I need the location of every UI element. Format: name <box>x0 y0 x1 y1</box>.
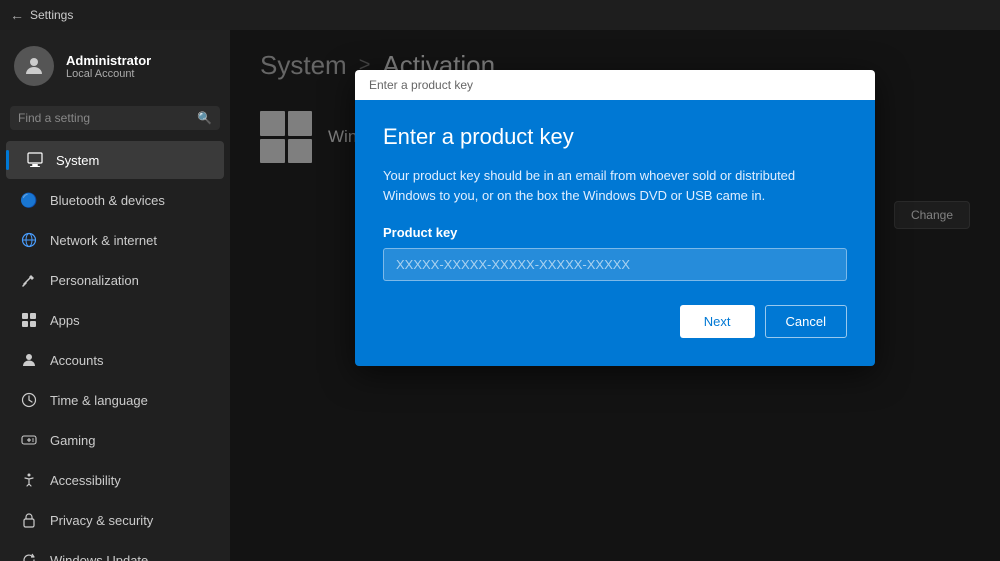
avatar <box>14 46 54 86</box>
sidebar-item-system-wrapper: System <box>0 140 230 180</box>
sidebar-item-gaming[interactable]: Gaming <box>6 421 224 459</box>
sidebar-item-accounts-label: Accounts <box>50 353 103 368</box>
bluetooth-icon: 🔵 <box>20 191 38 209</box>
dialog-description: Your product key should be in an email f… <box>383 166 847 205</box>
title-bar: ← Settings <box>0 0 1000 30</box>
user-role: Local Account <box>66 68 151 80</box>
sidebar-item-update-wrapper: Windows Update <box>0 540 230 561</box>
sidebar-item-gaming-wrapper: Gaming <box>0 420 230 460</box>
content-area: System > Activation Windows 11 Pro Educa… <box>230 30 1000 561</box>
sidebar-item-gaming-label: Gaming <box>50 433 96 448</box>
system-icon <box>26 151 44 169</box>
sidebar-item-apps-wrapper: Apps <box>0 300 230 340</box>
sidebar-item-accessibility-label: Accessibility <box>50 473 121 488</box>
accounts-icon <box>20 351 38 369</box>
sidebar-item-bluetooth-wrapper: 🔵 Bluetooth & devices <box>0 180 230 220</box>
dialog-titlebar: Enter a product key <box>355 70 875 100</box>
sidebar-item-accessibility-wrapper: Accessibility <box>0 460 230 500</box>
personalization-icon <box>20 271 38 289</box>
sidebar-item-apps-label: Apps <box>50 313 80 328</box>
sidebar-item-accessibility[interactable]: Accessibility <box>6 461 224 499</box>
sidebar-item-network-wrapper: Network & internet <box>0 220 230 260</box>
sidebar-item-bluetooth[interactable]: 🔵 Bluetooth & devices <box>6 181 224 219</box>
sidebar-item-system-label: System <box>56 153 99 168</box>
sidebar-item-time-wrapper: Time & language <box>0 380 230 420</box>
sidebar-item-system[interactable]: System <box>6 141 224 179</box>
sidebar-item-personalization-label: Personalization <box>50 273 139 288</box>
apps-icon <box>20 311 38 329</box>
sidebar-item-accounts[interactable]: Accounts <box>6 341 224 379</box>
privacy-icon <box>20 511 38 529</box>
sidebar-item-time-label: Time & language <box>50 393 148 408</box>
gaming-icon <box>20 431 38 449</box>
search-input[interactable] <box>18 111 191 125</box>
next-button[interactable]: Next <box>680 305 755 338</box>
search-box[interactable]: 🔍 <box>10 106 220 130</box>
user-section: Administrator Local Account <box>0 30 230 102</box>
dialog-body: Enter a product key Your product key sho… <box>355 100 875 366</box>
user-info: Administrator Local Account <box>66 53 151 80</box>
search-icon: 🔍 <box>197 111 212 125</box>
sidebar-item-time[interactable]: Time & language <box>6 381 224 419</box>
sidebar-item-privacy-label: Privacy & security <box>50 513 153 528</box>
cancel-button[interactable]: Cancel <box>765 305 847 338</box>
dialog-title: Enter a product key <box>383 124 847 150</box>
dialog-buttons: Next Cancel <box>383 305 847 338</box>
title-bar-label: Settings <box>30 8 73 22</box>
sidebar-item-bluetooth-label: Bluetooth & devices <box>50 193 165 208</box>
time-icon <box>20 391 38 409</box>
back-icon[interactable]: ← <box>10 7 24 23</box>
sidebar-item-apps[interactable]: Apps <box>6 301 224 339</box>
accessibility-icon <box>20 471 38 489</box>
sidebar-item-network[interactable]: Network & internet <box>6 221 224 259</box>
sidebar-item-privacy[interactable]: Privacy & security <box>6 501 224 539</box>
sidebar-item-network-label: Network & internet <box>50 233 157 248</box>
network-icon <box>20 231 38 249</box>
sidebar: Administrator Local Account 🔍 System 🔵 B… <box>0 30 230 561</box>
product-key-dialog: Enter a product key Enter a product key … <box>355 70 875 366</box>
sidebar-item-personalization[interactable]: Personalization <box>6 261 224 299</box>
sidebar-item-personalization-wrapper: Personalization <box>0 260 230 300</box>
user-name: Administrator <box>66 53 151 68</box>
dialog-titlebar-text: Enter a product key <box>369 78 473 92</box>
product-key-input[interactable] <box>383 248 847 281</box>
active-indicator <box>6 150 9 170</box>
product-key-label: Product key <box>383 225 847 240</box>
sidebar-item-accounts-wrapper: Accounts <box>0 340 230 380</box>
sidebar-item-privacy-wrapper: Privacy & security <box>0 500 230 540</box>
update-icon <box>20 551 38 561</box>
sidebar-item-update-label: Windows Update <box>50 553 148 561</box>
sidebar-item-update[interactable]: Windows Update <box>6 541 224 561</box>
dialog-overlay: Enter a product key Enter a product key … <box>230 30 1000 561</box>
